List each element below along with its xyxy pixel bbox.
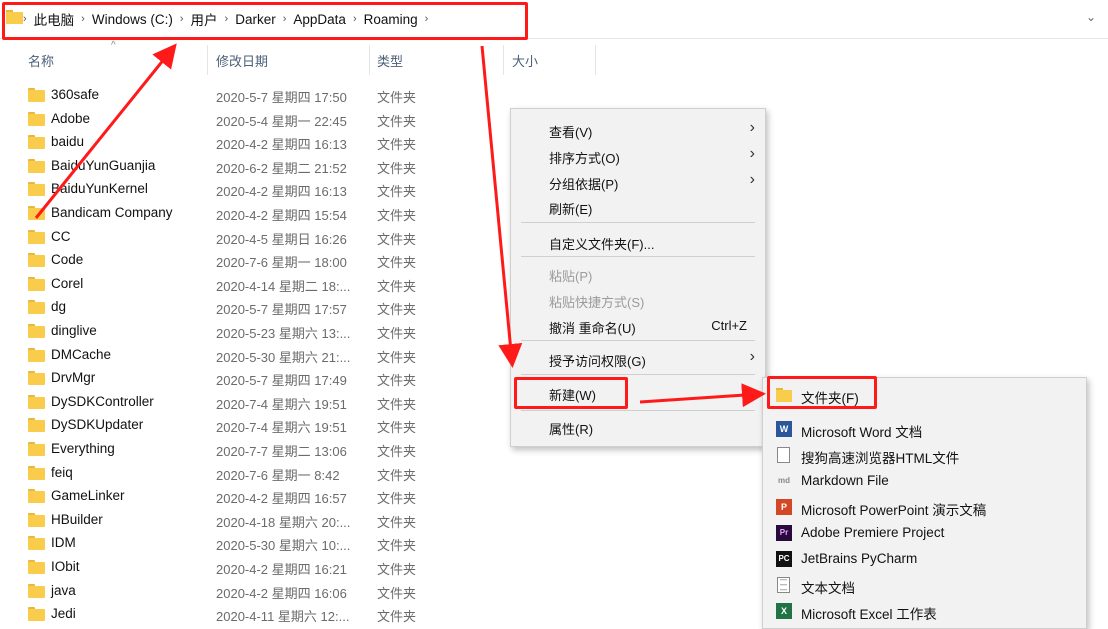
arrow-to-new-menu <box>480 45 523 368</box>
arrow-to-address-bar <box>34 43 177 219</box>
annotation-arrows <box>34 43 766 408</box>
arrow-to-new-folder <box>639 383 766 408</box>
